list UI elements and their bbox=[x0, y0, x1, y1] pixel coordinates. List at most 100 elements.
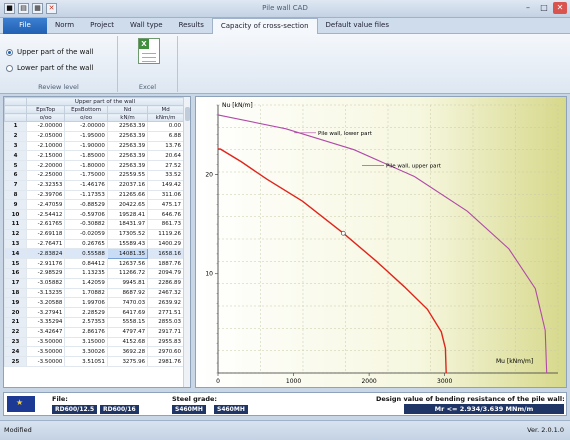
table-row[interactable]: 13 -2.76471 0.26765 15589.43 1400.29 bbox=[4, 238, 184, 250]
table-cell: 2639.92 bbox=[147, 297, 184, 309]
table-cell: 22563.39 bbox=[106, 130, 149, 142]
row-number: 10 bbox=[4, 209, 27, 220]
table-cell: 8687.92 bbox=[106, 287, 149, 299]
table-row[interactable]: 9 -2.47059 -0.88529 20422.65 475.17 bbox=[4, 199, 184, 211]
tab-norm[interactable]: Norm bbox=[47, 18, 82, 34]
table-cell: 19528.41 bbox=[106, 209, 149, 220]
info-bar: File: RD600/12.5 RD600/16 Steel grade: S… bbox=[3, 392, 567, 416]
table-cell: 3.51051 bbox=[64, 356, 108, 367]
table-row[interactable]: 19 -3.20588 1.99706 7470.03 2639.92 bbox=[4, 297, 184, 309]
table-cell: -0.30882 bbox=[64, 218, 108, 230]
table-row[interactable]: 8 -2.39706 -1.17353 21265.66 311.06 bbox=[4, 189, 184, 201]
row-number: 9 bbox=[4, 199, 27, 211]
table-cell: -1.17353 bbox=[64, 189, 108, 201]
minimize-icon[interactable]: – bbox=[521, 2, 535, 14]
row-number: 24 bbox=[4, 346, 27, 358]
table-row[interactable]: 3 -2.10000 -1.90000 22563.39 13.76 bbox=[4, 140, 184, 152]
column-header[interactable]: EpsTop bbox=[25, 105, 66, 114]
radio-lower-part[interactable]: Lower part of the wall bbox=[6, 64, 93, 72]
table-cell: 0.00 bbox=[147, 121, 184, 132]
status-bar: Modified Ver. 2.0.1.0 bbox=[0, 420, 570, 440]
table-cell: -2.91176 bbox=[25, 258, 66, 269]
excel-icon[interactable]: X bbox=[138, 38, 160, 64]
unit-header: kN/m bbox=[106, 113, 149, 122]
title-bar: ■ ▤ ▦ ✕ Pile wall CAD – □ ✕ bbox=[0, 0, 570, 18]
table-scrollbar[interactable] bbox=[183, 97, 190, 387]
table-cell: -2.61765 bbox=[25, 218, 66, 230]
selected-point-marker bbox=[340, 230, 346, 236]
row-number: 4 bbox=[4, 150, 27, 162]
close-window-icon[interactable]: ✕ bbox=[553, 2, 567, 14]
maximize-icon[interactable]: □ bbox=[537, 2, 551, 14]
table-cell: -3.50000 bbox=[25, 356, 66, 367]
table-cell: -2.39706 bbox=[25, 189, 66, 201]
table-cell: 11266.72 bbox=[106, 267, 149, 279]
table-cell: -2.05000 bbox=[25, 130, 66, 142]
tab-capacity[interactable]: Capacity of cross-section bbox=[211, 18, 318, 34]
table-cell: 22037.16 bbox=[106, 179, 149, 191]
unit-header: o/oo bbox=[25, 113, 66, 122]
table-row[interactable]: 22 -3.42647 2.86176 4797.47 2917.71 bbox=[4, 326, 184, 338]
table-row[interactable]: 17 -3.05882 1.42059 9945.81 2286.89 bbox=[4, 277, 184, 289]
table-cell: -3.20588 bbox=[25, 297, 66, 309]
table-row[interactable]: 5 -2.20000 -1.80000 22563.39 27.52 bbox=[4, 160, 184, 171]
table-row[interactable]: 18 -3.13235 1.70882 8687.92 2467.32 bbox=[4, 287, 184, 299]
table-row[interactable]: 7 -2.32353 -1.46176 22037.16 149.42 bbox=[4, 179, 184, 191]
table-cell: 2917.71 bbox=[147, 326, 184, 338]
table-cell: 149.42 bbox=[147, 179, 184, 191]
tab-file[interactable]: File bbox=[3, 18, 47, 34]
table-cell: -3.13235 bbox=[25, 287, 66, 299]
excel-title: Excel bbox=[138, 83, 157, 91]
table-row[interactable]: 4 -2.15000 -1.85000 22563.39 20.64 bbox=[4, 150, 184, 162]
table-cell: -3.42647 bbox=[25, 326, 66, 338]
table-row[interactable]: 21 -3.35294 2.57353 5558.15 2855.03 bbox=[4, 316, 184, 328]
chart-panel: 0 1000 2000 3000 10 20 Pile wall, lower part P… bbox=[195, 96, 567, 388]
table-cell: -0.59706 bbox=[64, 209, 108, 220]
radio-upper-part[interactable]: Upper part of the wall bbox=[6, 48, 94, 56]
table-row[interactable]: 16 -2.98529 1.13235 11266.72 2094.79 bbox=[4, 267, 184, 279]
steel-value-2: S460MH bbox=[214, 405, 248, 414]
tab-wall-type[interactable]: Wall type bbox=[122, 18, 171, 34]
table-cell: 22559.55 bbox=[106, 169, 149, 181]
y-axis-label: Nu [kN/m] bbox=[222, 102, 253, 109]
table-row[interactable]: 2 -2.05000 -1.95000 22563.39 6.88 bbox=[4, 130, 184, 142]
row-number: 20 bbox=[4, 307, 27, 318]
table-row[interactable]: 25 -3.50000 3.51051 3275.96 2981.76 bbox=[4, 356, 184, 367]
table-row[interactable]: 11 -2.61765 -0.30882 18431.97 861.73 bbox=[4, 218, 184, 230]
table-cell: 15589.43 bbox=[106, 238, 149, 250]
tab-project[interactable]: Project bbox=[82, 18, 122, 34]
table-row[interactable]: 12 -2.69118 -0.02059 17305.52 1119.26 bbox=[4, 228, 184, 240]
table-row[interactable]: 24 -3.50000 3.30026 3692.28 2970.60 bbox=[4, 346, 184, 358]
table-row[interactable]: 14 -2.83824 0.55588 14081.35 1658.16 bbox=[4, 248, 184, 260]
steel-label: Steel grade: bbox=[172, 395, 218, 403]
table-row[interactable]: 10 -2.54412 -0.59706 19528.41 646.76 bbox=[4, 209, 184, 220]
table-cell: 2.28529 bbox=[64, 307, 108, 318]
x-axis-label: Mu [kNm/m] bbox=[496, 358, 533, 365]
table-cell: -2.20000 bbox=[25, 160, 66, 171]
ribbon-tabs: File Norm Project Wall type Results Capa… bbox=[0, 18, 570, 34]
status-version: Ver. 2.0.1.0 bbox=[527, 426, 564, 434]
table-cell: 17305.52 bbox=[106, 228, 149, 240]
table-cell: 2.86176 bbox=[64, 326, 108, 338]
table-row[interactable]: 20 -3.27941 2.28529 6417.69 2771.51 bbox=[4, 307, 184, 318]
table-cell: 475.17 bbox=[147, 199, 184, 211]
row-number: 8 bbox=[4, 189, 27, 201]
table-cell: 1119.26 bbox=[147, 228, 184, 240]
table-row[interactable]: 15 -2.91176 0.84412 12637.56 1887.76 bbox=[4, 258, 184, 269]
table-cell: 2286.89 bbox=[147, 277, 184, 289]
table-cell: 22563.39 bbox=[106, 140, 149, 152]
table-row[interactable]: 6 -2.25000 -1.75000 22559.55 33.52 bbox=[4, 169, 184, 181]
tab-results[interactable]: Results bbox=[171, 18, 212, 34]
ribbon: Upper part of the wall Lower part of the… bbox=[0, 34, 570, 94]
table-cell: -3.35294 bbox=[25, 316, 66, 328]
x-tick-label: 0 bbox=[216, 378, 220, 385]
series-label: Pile wall, lower part bbox=[318, 131, 373, 137]
column-header[interactable]: Md bbox=[147, 105, 184, 114]
table-row[interactable]: 1 -2.00000 -2.00000 22563.39 0.00 bbox=[4, 121, 184, 132]
radio-dot-icon bbox=[6, 64, 13, 72]
table-cell: 2981.76 bbox=[147, 356, 184, 367]
table-row[interactable]: 23 -3.50000 3.15000 4152.68 2955.83 bbox=[4, 336, 184, 348]
tab-default-values[interactable]: Default value files bbox=[318, 18, 397, 34]
column-header[interactable]: EpsBottom bbox=[64, 105, 108, 114]
column-header[interactable]: Nd bbox=[106, 105, 149, 114]
